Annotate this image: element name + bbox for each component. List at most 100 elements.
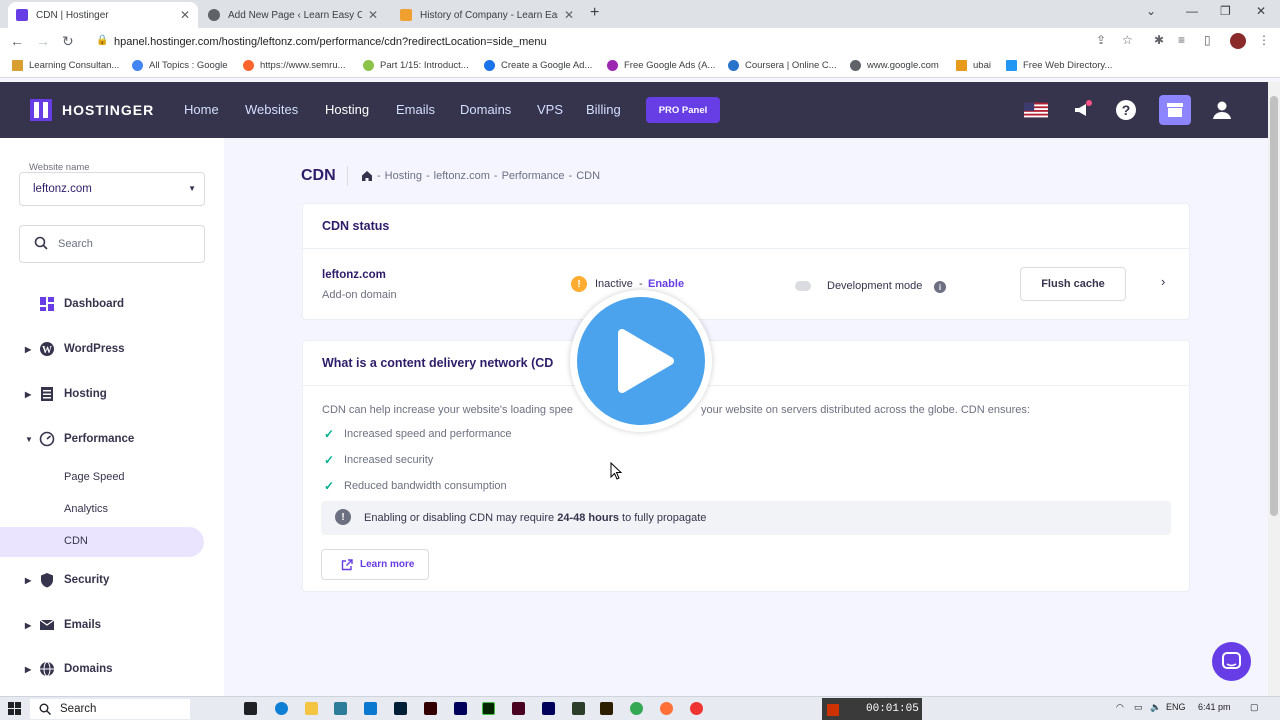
new-tab-icon[interactable]: + [590, 4, 599, 22]
sidebar-item-security[interactable]: ▶ Security [0, 565, 224, 595]
windows-start-icon[interactable] [8, 702, 21, 715]
edge-icon[interactable] [275, 702, 288, 715]
browser-tab[interactable]: Add New Page ‹ Learn Easy Codi ✕ [200, 2, 386, 28]
url-input[interactable]: 🔒 hpanel.hostinger.com/hosting/leftonz.c… [86, 30, 1146, 54]
menu-icon[interactable]: ⋮ [1258, 33, 1270, 47]
sidebar-subitem-analytics[interactable]: Analytics [64, 503, 108, 515]
photoshop-icon[interactable] [394, 702, 407, 715]
flush-cache-button[interactable]: Flush cache [1020, 267, 1126, 301]
chat-button[interactable] [1212, 642, 1251, 681]
wifi-icon[interactable]: ◠ [1116, 702, 1124, 713]
close-tab-icon[interactable]: ✕ [180, 8, 190, 22]
us-flag-icon[interactable] [1024, 98, 1048, 122]
breadcrumb-domain[interactable]: leftonz.com [434, 170, 490, 182]
announcements-icon[interactable] [1070, 98, 1094, 122]
chevron-down-icon: ▼ [25, 434, 33, 444]
breadcrumb-cdn: CDN [576, 170, 601, 182]
sidebar-item-hosting[interactable]: ▶ Hosting [0, 379, 224, 409]
recorder-app-icon[interactable] [690, 702, 703, 715]
bookmark[interactable]: Free Web Directory... [1006, 60, 1112, 71]
taskbar-search[interactable]: Search [30, 699, 190, 719]
browser-tab[interactable]: History of Company - Learn Easy ✕ [392, 2, 582, 28]
help-icon[interactable]: ? [1114, 98, 1138, 122]
bookmark[interactable]: www.google.com [850, 60, 939, 71]
reading-list-icon[interactable]: ≡ [1178, 33, 1185, 47]
bookmark[interactable]: Create a Google Ad... [484, 60, 592, 71]
close-window-icon[interactable]: ✕ [1256, 4, 1266, 18]
bookmark[interactable]: Part 1/15: Introduct... [363, 60, 469, 71]
website-select[interactable]: leftonz.com ▼ [19, 172, 205, 206]
minimize-icon[interactable]: — [1186, 4, 1198, 18]
language-indicator[interactable]: ENG [1166, 702, 1186, 712]
reload-icon[interactable]: ↻ [62, 33, 74, 50]
bookmark[interactable]: ubai [956, 60, 991, 71]
breadcrumb-performance[interactable]: Performance [502, 170, 565, 182]
close-tab-icon[interactable]: ✕ [564, 8, 574, 22]
mail-app-icon[interactable] [364, 702, 377, 715]
indesign-icon[interactable] [512, 702, 525, 715]
browser-tab-active[interactable]: CDN | Hostinger ✕ [8, 2, 198, 28]
battery-icon[interactable]: ▭ [1134, 702, 1143, 713]
sidebar-item-emails[interactable]: ▶ Emails [0, 610, 224, 640]
video-play-button[interactable] [577, 297, 705, 425]
user-icon[interactable] [1210, 98, 1234, 122]
bookmark[interactable]: Free Google Ads (A... [607, 60, 715, 71]
sidebar-item-domains[interactable]: ▶ Domains [0, 654, 224, 684]
nav-home[interactable]: Home [184, 102, 219, 117]
extensions-icon[interactable]: ✱ [1154, 33, 1164, 47]
share-icon[interactable]: ⇪ [1096, 33, 1106, 47]
volume-icon[interactable]: 🔈 [1150, 702, 1161, 713]
stop-record-icon[interactable] [827, 704, 839, 716]
after-effects-icon[interactable] [542, 702, 555, 715]
forward-icon[interactable]: → [36, 33, 50, 49]
sidebar-subitem-page-speed[interactable]: Page Speed [64, 471, 125, 483]
bookmark[interactable]: Coursera | Online C... [728, 60, 837, 71]
maximize-icon[interactable]: ❐ [1220, 4, 1231, 18]
sidebar-search-input[interactable]: Search [19, 225, 205, 263]
store-icon[interactable] [1159, 95, 1191, 125]
bookmark[interactable]: https://www.semru... [243, 60, 346, 71]
home-icon[interactable] [361, 170, 373, 182]
domain-name: leftonz.com [322, 269, 386, 281]
illustrator-icon[interactable] [424, 702, 437, 715]
premiere-icon[interactable] [454, 702, 467, 715]
dreamweaver-icon[interactable] [482, 702, 495, 715]
bridge-icon[interactable] [600, 702, 613, 715]
app-icon[interactable] [572, 702, 585, 715]
nav-domains[interactable]: Domains [460, 102, 511, 117]
info-icon[interactable]: i [934, 281, 946, 293]
bookmark-star-icon[interactable]: ☆ [1122, 33, 1133, 47]
nav-emails[interactable]: Emails [396, 102, 435, 117]
chrome-icon[interactable] [630, 702, 643, 715]
pro-panel-button[interactable]: PRO Panel [646, 97, 720, 123]
bookmark[interactable]: Learning Consultan... [12, 60, 119, 71]
sidebar-item-wordpress[interactable]: ▶ W WordPress [0, 334, 224, 364]
close-tab-icon[interactable]: ✕ [368, 8, 378, 22]
file-explorer-icon[interactable] [305, 702, 318, 715]
record-timer: 00:01:05 [866, 703, 919, 715]
firefox-icon[interactable] [660, 702, 673, 715]
back-icon[interactable]: ← [10, 33, 24, 49]
bookmark[interactable]: All Topics : Google [132, 60, 228, 71]
nav-websites[interactable]: Websites [245, 102, 298, 117]
scrollbar-thumb[interactable] [1270, 96, 1278, 516]
breadcrumb-hosting[interactable]: Hosting [385, 170, 422, 182]
chevron-right-icon[interactable]: › [1161, 274, 1165, 289]
enable-cdn-link[interactable]: Enable [648, 278, 684, 290]
hostinger-logo[interactable]: HOSTINGER [30, 99, 154, 121]
nav-hosting[interactable]: Hosting [325, 102, 369, 117]
nav-billing[interactable]: Billing [586, 102, 621, 117]
profile-avatar[interactable] [1230, 33, 1246, 49]
sidebar-icon[interactable]: ▯ [1204, 33, 1211, 47]
task-view-icon[interactable] [244, 702, 257, 715]
sidebar-item-dashboard[interactable]: Dashboard [0, 289, 224, 319]
learn-more-button[interactable]: Learn more [321, 549, 429, 580]
store-app-icon[interactable] [334, 702, 347, 715]
nav-vps[interactable]: VPS [537, 102, 563, 117]
sidebar-item-performance[interactable]: ▼ Performance [0, 424, 224, 454]
development-mode-toggle[interactable] [795, 281, 811, 291]
tab-search-icon[interactable]: ⌄ [1146, 4, 1156, 18]
notifications-icon[interactable]: ▢ [1250, 702, 1259, 713]
clock[interactable]: 6:41 pm [1198, 702, 1231, 712]
sidebar-subitem-cdn[interactable]: CDN [64, 535, 88, 547]
